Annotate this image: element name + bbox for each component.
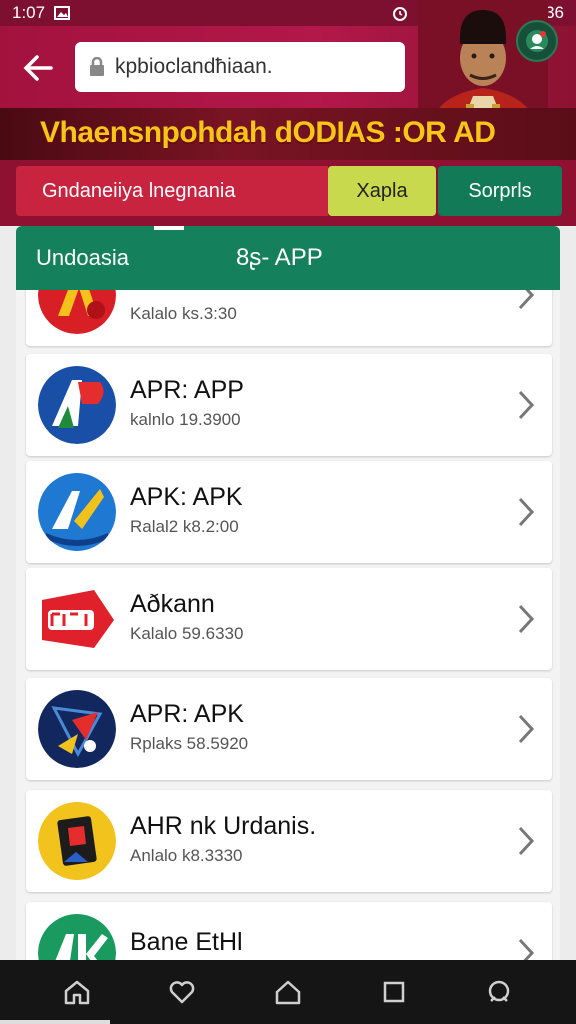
filter-main-chip-extension — [316, 166, 328, 216]
filter-row: Gndaneiiya lnegnania Xapla Sorprls — [0, 160, 576, 226]
back-button[interactable] — [18, 48, 58, 88]
app-name: APR: APK — [130, 700, 244, 728]
arrow-left-icon — [23, 55, 53, 81]
app-meta: Kalalo 59.6330 — [130, 624, 244, 643]
filter-main-chip[interactable]: Gndaneiiya lnegnania — [16, 166, 316, 216]
nav-favorites-button[interactable] — [158, 968, 206, 1016]
app-name: Aðkann — [130, 590, 215, 618]
nav-recents-button[interactable] — [370, 968, 418, 1016]
list-item[interactable]: AHR nk Urdanis. Anlalo k8.3330 — [26, 790, 552, 892]
ak-green-icon — [38, 914, 116, 960]
app-meta: Kalalo ks.3:30 — [130, 304, 237, 323]
list-item[interactable]: APR: APK Rplaks 58.5920 — [26, 678, 552, 780]
nav-indicator — [0, 1020, 110, 1024]
menu-button[interactable] — [516, 20, 558, 62]
robot-menu-icon — [526, 30, 548, 52]
app-meta: Rplaks 58.5920 — [130, 734, 249, 753]
app-name: APK: APK — [130, 483, 243, 511]
nav-profile-button[interactable] — [475, 968, 523, 1016]
app-list: Kalalo ks.3:30 APR: APP kalnlo 19.3900 A… — [16, 290, 560, 960]
promo-banner[interactable]: Vhaensnpohdah dODIAS :OR AD — [0, 108, 576, 160]
nav-center-button[interactable] — [264, 968, 312, 1016]
alarm-icon — [391, 5, 409, 21]
list-item[interactable]: Bane EtHl — [26, 902, 552, 960]
list-item[interactable]: Aðkann Kalalo 59.6330 — [26, 568, 552, 670]
bottom-nav-bar — [0, 960, 576, 1024]
chevron-right-icon — [518, 390, 535, 420]
house-outline-icon — [275, 980, 301, 1005]
chevron-right-icon — [518, 604, 535, 634]
list-item[interactable]: Kalalo ks.3:30 — [26, 290, 552, 346]
tab-indonesia[interactable]: Undoasia — [36, 226, 129, 290]
chevron-right-icon — [518, 497, 535, 527]
chevron-right-icon — [518, 938, 535, 960]
banner-text: Vhaensnpohdah dODIAS :OR AD — [40, 116, 496, 149]
tab-indicator — [154, 226, 184, 230]
list-item[interactable]: APK: APK Ralal2 k8.2:00 — [26, 461, 552, 563]
nav-home-button[interactable] — [53, 968, 101, 1016]
tab-bar: Undoasia 8ʂ- APP — [16, 226, 560, 290]
ap-red-icon — [38, 290, 116, 334]
heart-icon — [170, 981, 195, 1004]
app-meta: Anlalo k8.3330 — [130, 846, 243, 865]
app-name: AHR nk Urdanis. — [130, 812, 317, 840]
app-meta: Ralal2 k8.2:00 — [130, 517, 239, 536]
filter-yellow-chip[interactable]: Xapla — [328, 166, 436, 216]
list-item[interactable]: APR: APP kalnlo 19.3900 — [26, 354, 552, 456]
app-name: APR: APP — [130, 376, 244, 404]
card-yellow-icon — [38, 802, 116, 880]
app-meta: kalnlo 19.3900 — [130, 410, 241, 429]
geo-navy-icon — [38, 690, 116, 768]
lock-icon — [90, 57, 104, 76]
gallery-notification-icon — [53, 5, 71, 21]
chevron-right-icon — [518, 290, 535, 310]
pick-red-icon — [38, 580, 116, 658]
square-icon — [383, 981, 404, 1003]
url-input[interactable] — [115, 55, 375, 79]
home-icon — [64, 980, 90, 1005]
app-name: Bane EtHl — [130, 928, 243, 956]
ap-blue-icon — [38, 366, 116, 444]
ak-blue-icon — [38, 473, 116, 551]
chevron-right-icon — [518, 826, 535, 856]
url-bar[interactable] — [75, 42, 405, 92]
profile-icon — [488, 980, 510, 1002]
filter-green-chip[interactable]: Sorprls — [438, 166, 562, 216]
status-time-left: 1:07 — [12, 3, 46, 22]
tab-app[interactable]: 8ʂ- APP — [236, 226, 323, 290]
chevron-right-icon — [518, 714, 535, 744]
